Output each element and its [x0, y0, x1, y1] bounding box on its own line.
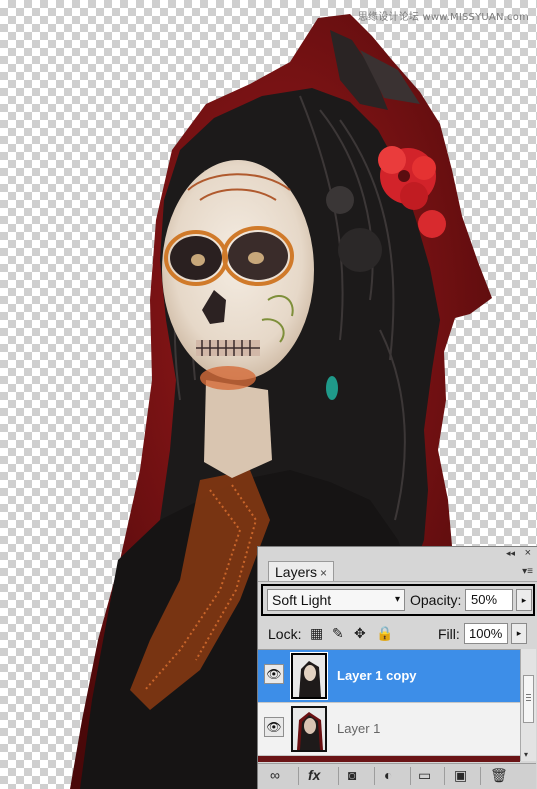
scrollbar-grip	[526, 694, 531, 695]
new-layer-icon[interactable]: ▣	[454, 767, 467, 784]
tab-layers-label: Layers	[275, 564, 318, 580]
lock-fill-row: Lock: ▦ ✎ ✥ 🔒 Fill: 100% ▸	[258, 621, 536, 647]
new-group-icon[interactable]: ▭	[418, 767, 431, 784]
link-layers-icon[interactable]: ∞	[270, 767, 280, 783]
layers-list: 👁 Layer 1 copy 👁 Layer 1	[258, 649, 520, 762]
blend-mode-dropdown[interactable]: Soft Light ▾	[267, 589, 405, 611]
panel-title-bar: ◂◂ ×	[258, 547, 537, 561]
thumbnail-image	[293, 655, 325, 697]
lock-all-icon[interactable]: 🔒	[376, 625, 393, 642]
earring	[326, 376, 338, 400]
toolbar-divider	[298, 767, 299, 785]
toolbar-divider	[444, 767, 445, 785]
toolbar-divider	[374, 767, 375, 785]
layers-toolbar: ∞ fx ◙ ◐ ▭ ▣ 🗑	[258, 763, 536, 789]
layer-thumbnail	[291, 706, 327, 752]
fx-icon[interactable]: fx	[308, 767, 320, 783]
scroll-down-icon[interactable]: ▾	[524, 750, 528, 759]
scrollbar-thumb[interactable]	[523, 675, 534, 723]
tab-layers[interactable]: Layers ×	[268, 561, 335, 581]
fill-slider-toggle[interactable]: ▸	[511, 623, 527, 644]
toolbar-divider	[480, 767, 481, 785]
trash-icon[interactable]: 🗑	[490, 767, 508, 784]
blend-mode-value: Soft Light	[272, 592, 332, 608]
thumbnail-image	[293, 708, 325, 750]
lock-move-icon[interactable]: ✥	[354, 625, 366, 642]
eye-icon[interactable]: 👁	[264, 717, 284, 737]
opacity-slider-toggle[interactable]: ▸	[516, 589, 532, 611]
layer-mask-icon[interactable]: ◙	[348, 767, 356, 783]
layer-row-layer-1-copy[interactable]: 👁 Layer 1 copy	[258, 650, 520, 703]
close-icon[interactable]: ×	[525, 547, 531, 559]
panel-menu-icon[interactable]: ▾≡	[522, 566, 533, 577]
right-iris	[248, 252, 264, 264]
chevron-down-icon: ▾	[394, 594, 400, 605]
layer-thumbnail	[290, 652, 328, 700]
opacity-label: Opacity:	[410, 592, 462, 608]
lock-label: Lock:	[268, 626, 302, 642]
fill-input[interactable]: 100%	[464, 623, 508, 644]
layer-row-layer-1[interactable]: 👁 Layer 1	[258, 703, 520, 756]
fill-label: Fill:	[438, 626, 460, 642]
layer-row-partial	[258, 756, 520, 762]
layers-panel: ◂◂ × Layers × ▾≡ Soft Light ▾ Opacity: 50…	[257, 546, 537, 789]
toolbar-divider	[338, 767, 339, 785]
adjustment-layer-icon[interactable]: ◐	[384, 767, 392, 783]
lock-paint-icon[interactable]: ✎	[332, 625, 344, 642]
panel-tab-row: Layers × ▾≡	[258, 561, 537, 582]
eye-icon[interactable]: 👁	[264, 664, 284, 684]
tab-close-icon[interactable]: ×	[320, 566, 327, 580]
left-iris	[191, 254, 205, 266]
watermark-text: 思缘设计论坛 www.MISSYUAN.com	[357, 12, 529, 23]
dark-rose-2	[326, 186, 354, 214]
chin-color	[200, 366, 256, 390]
layer-name: Layer 1 copy	[337, 668, 417, 683]
toolbar-divider	[410, 767, 411, 785]
neck	[204, 380, 272, 478]
blend-opacity-row: Soft Light ▾ Opacity: 50% ▸	[261, 584, 535, 616]
layer-name: Layer 1	[337, 721, 381, 736]
dark-rose	[338, 228, 382, 272]
layers-scrollbar[interactable]: ▾	[520, 649, 536, 761]
collapse-icon[interactable]: ◂◂	[506, 548, 515, 559]
lock-transparent-icon[interactable]: ▦	[310, 625, 323, 642]
opacity-input[interactable]: 50%	[465, 589, 513, 611]
